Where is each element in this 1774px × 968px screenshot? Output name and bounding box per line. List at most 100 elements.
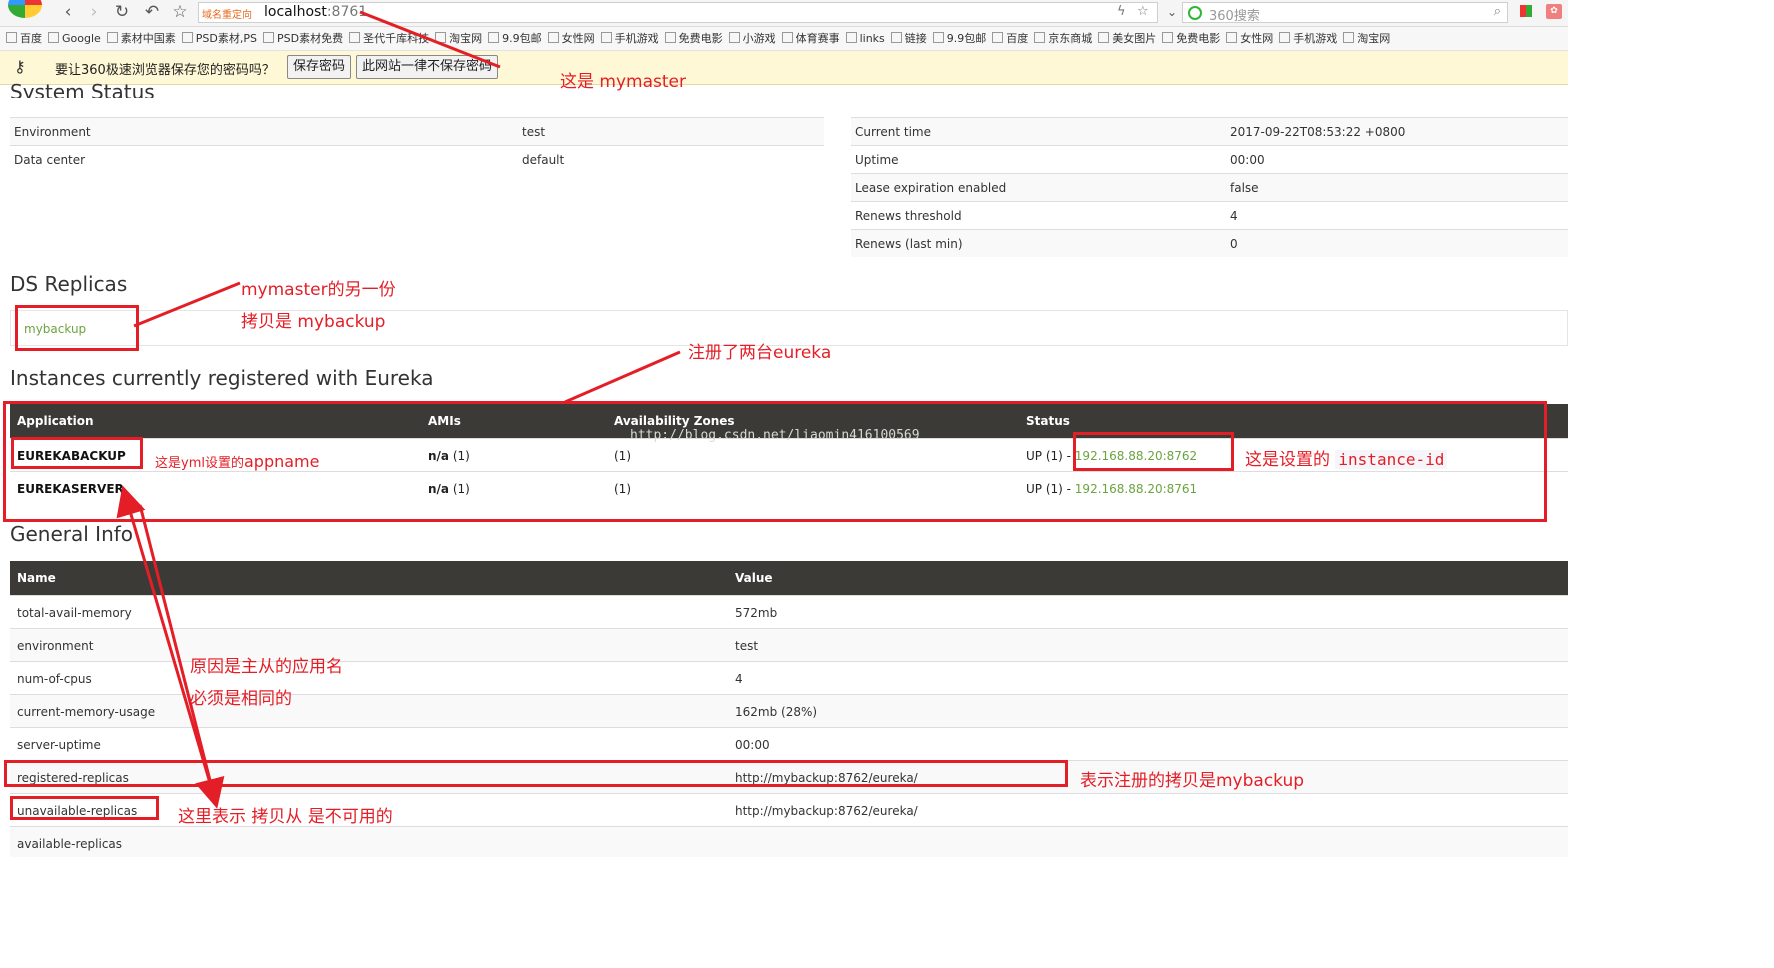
bookmark-page-icon — [600, 32, 612, 43]
annotation-box-appname — [11, 437, 143, 469]
info-name: current-memory-usage — [17, 705, 156, 719]
bookmark-page-icon — [890, 32, 902, 43]
bookmark-page-icon — [664, 32, 676, 43]
bookmark-item[interactable]: Google — [48, 27, 101, 50]
chevron-down-icon[interactable]: ⌄ — [1162, 2, 1182, 22]
info-value: 4 — [735, 672, 743, 686]
bookmark-item[interactable]: 手机游戏 — [1279, 27, 1337, 50]
ds-replicas-title: DS Replicas — [10, 272, 128, 296]
status-value: 4 — [1226, 201, 1568, 230]
bookmark-item[interactable]: 京东商城 — [1034, 27, 1092, 50]
star-icon[interactable]: ☆ — [170, 2, 190, 22]
bookmark-item[interactable]: 手机游戏 — [600, 27, 659, 50]
general-info-title: General Info — [10, 522, 134, 546]
bookmark-page-icon — [932, 32, 944, 43]
annotation-box-instance-id — [1073, 432, 1234, 471]
info-value: 572mb — [735, 606, 778, 620]
bookmark-page-icon — [263, 32, 274, 43]
table-row: Current time 2017-09-22T08:53:22 +0800 — [851, 117, 1568, 146]
bookmark-item[interactable]: 体育赛事 — [781, 27, 840, 50]
bookmark-item[interactable]: 圣代千库科技 — [349, 27, 429, 50]
info-name: num-of-cpus — [17, 672, 92, 686]
redirect-label: 域名重定向 — [202, 10, 252, 21]
annotation-two-eureka: 注册了两台eureka — [688, 343, 832, 363]
bookmark-page-icon — [992, 32, 1004, 43]
bookmark-item[interactable]: PSD素材免费 — [263, 27, 343, 50]
status-value: false — [1226, 173, 1568, 202]
bookmarks-bar: 百度 Google 素材中国素 PSD素材,PS PSD素材免费 圣代千库科技 淘宝网 9.9… — [0, 27, 1568, 51]
bookmark-item[interactable]: 免费电影 — [664, 27, 723, 50]
search-engine-icon — [1188, 6, 1202, 20]
table-row: Uptime 00:00 — [851, 145, 1568, 174]
system-status-right-table: Current time 2017-09-22T08:53:22 +0800 Up… — [851, 117, 1568, 257]
bookmark-page-icon — [488, 32, 500, 43]
annotation-box-unavailable-replicas — [10, 796, 159, 820]
table-row: Data center default — [10, 145, 824, 173]
bookmark-page-icon — [181, 32, 193, 43]
skin-icon[interactable]: ✿ — [1546, 4, 1562, 19]
bookmark-item[interactable]: 百度 — [992, 27, 1028, 50]
info-value: http://mybackup:8762/eureka/ — [735, 804, 918, 818]
info-value: 00:00 — [735, 738, 770, 752]
general-info-header-row: Name Value — [10, 561, 1568, 595]
info-name: total-avail-memory — [17, 606, 132, 620]
bookmark-page-icon — [1279, 32, 1291, 43]
table-row: Renews threshold 4 — [851, 201, 1568, 230]
address-bar[interactable]: 域名重定向 localhost:8761 ϟ ☆ — [198, 2, 1158, 23]
system-status-title: System Status — [10, 80, 155, 98]
annotation-registered: 表示注册的拷贝是mybackup — [1080, 771, 1305, 791]
never-save-password-button[interactable]: 此网站一律不保存密码 — [356, 55, 499, 79]
table-row: server-uptime 00:00 — [10, 727, 1568, 761]
bookmark-item[interactable]: 素材中国素 — [106, 27, 176, 50]
bookmark-page-icon — [728, 32, 740, 43]
search-placeholder: 360搜索 — [1209, 9, 1260, 24]
annotation-backup-line1: mymaster的另一份 — [241, 280, 396, 300]
undo-icon[interactable]: ↶ — [142, 2, 162, 22]
bookmark-page-icon — [781, 32, 793, 43]
bookmark-item[interactable]: 淘宝网 — [1343, 27, 1390, 50]
bookmark-page-icon — [349, 32, 361, 43]
info-name: environment — [17, 639, 94, 653]
search-input[interactable]: 360搜索 ⌕ — [1182, 2, 1508, 24]
back-icon[interactable]: ‹ — [58, 2, 78, 22]
lightning-icon[interactable]: ϟ — [1117, 4, 1126, 19]
bookmark-item[interactable]: 小游戏 — [728, 27, 776, 50]
bookmark-page-icon — [1226, 32, 1238, 43]
col-name: Name — [17, 571, 56, 585]
bookmark-page-icon — [1343, 32, 1355, 43]
status-label: Renews (last min) — [851, 229, 1226, 257]
table-row: Environment test — [10, 117, 824, 146]
bookmark-item[interactable]: 淘宝网 — [435, 27, 482, 50]
search-icon[interactable]: ⌕ — [1494, 4, 1501, 19]
status-label: Uptime — [851, 145, 1226, 174]
browser-logo-icon — [8, 0, 42, 18]
bookmark-item[interactable]: 免费电影 — [1162, 27, 1220, 50]
status-value: test — [518, 117, 824, 146]
status-label: Data center — [10, 145, 518, 173]
bookmark-item[interactable]: links — [845, 27, 885, 50]
bookmark-item[interactable]: PSD素材,PS — [181, 27, 257, 50]
status-value: 00:00 — [1226, 145, 1568, 174]
bookmark-item[interactable]: 链接 — [890, 27, 927, 50]
bookmark-star-icon[interactable]: ☆ — [1137, 4, 1149, 19]
url-text: localhost:8761 — [264, 4, 368, 20]
status-label: Lease expiration enabled — [851, 173, 1226, 202]
annotation-box-registered-replicas — [4, 760, 1068, 787]
bookmark-item[interactable]: 百度 — [6, 27, 42, 50]
bookmark-item[interactable]: 美女图片 — [1098, 27, 1156, 50]
forward-icon[interactable]: › — [84, 2, 104, 22]
status-value: default — [518, 145, 824, 173]
status-label: Renews threshold — [851, 201, 1226, 230]
bookmark-item[interactable]: 9.9包邮 — [932, 27, 986, 50]
info-value: test — [735, 639, 759, 653]
annotation-mymaster: 这是 mymaster — [560, 72, 686, 92]
reload-icon[interactable]: ↻ — [112, 2, 132, 22]
password-message: 要让360极速浏览器保存您的密码吗？ — [55, 63, 275, 78]
annotation-instance-id: 这是设置的 instance-id — [1245, 445, 1448, 470]
save-password-button[interactable]: 保存密码 — [287, 55, 352, 79]
apps-icon[interactable] — [1520, 5, 1532, 17]
bookmark-item[interactable]: 9.9包邮 — [488, 27, 542, 50]
bookmark-item[interactable]: 女性网 — [1226, 27, 1273, 50]
bookmark-item[interactable]: 女性网 — [547, 27, 595, 50]
annotation-appname: 这是yml设置的appname — [155, 452, 320, 471]
